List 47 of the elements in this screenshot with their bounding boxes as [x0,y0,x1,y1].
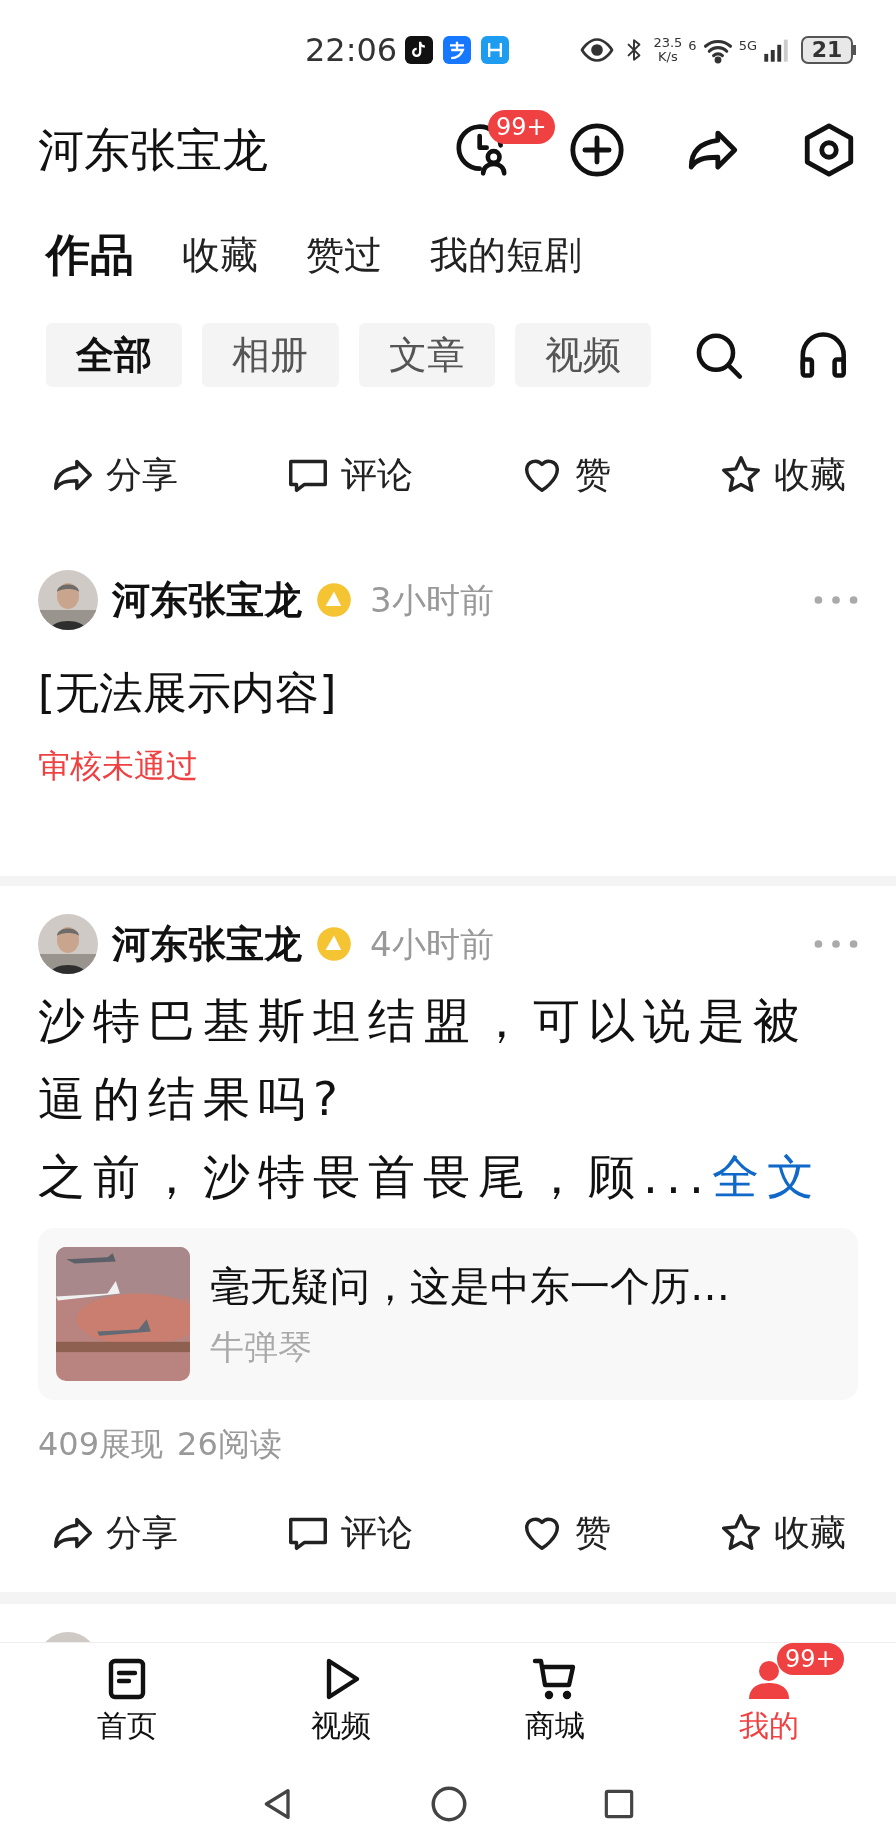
post-text: [无法展示内容] [38,666,338,720]
card-title: 毫无疑问，这是中东一个历… [210,1261,730,1311]
filter-chip[interactable]: 文章 [358,323,495,387]
filter-chip[interactable]: 相册 [202,323,339,387]
tab[interactable]: 收藏 [182,226,258,284]
wifi-label: 6 [688,37,697,55]
card-source: 牛弹琴 [210,1325,313,1369]
tab[interactable]: 作品 [46,222,134,288]
author-name[interactable]: 河东张宝龙 [112,571,302,629]
favorite-button[interactable]: 收藏 [717,448,846,502]
nav-tab[interactable]: 商城 [495,1655,615,1748]
profile-title: 河东张宝龙 [38,121,268,179]
post-time: 3小时前 [370,578,494,622]
verified-badge-icon [316,582,352,618]
app-icon [443,36,472,64]
post-time: 4小时前 [370,922,494,966]
post-stat: 26阅读 [177,1424,282,1465]
linked-card[interactable]: 毫无疑问，这是中东一个历… 牛弹琴 [38,1228,858,1400]
network-label: 5G [738,37,757,55]
share-button[interactable]: 分享 [50,448,178,502]
author-name[interactable]: 河东张宝龙 [112,915,302,973]
notification-badge: 99+ [488,110,555,144]
signal-icon [763,37,789,63]
review-status: 审核未通过 [38,746,199,787]
like-button[interactable]: 赞 [519,448,612,502]
tab[interactable]: 赞过 [306,226,382,284]
add-icon[interactable] [568,121,626,179]
verified-badge-icon [316,926,352,962]
full-text-link[interactable]: 全文 [711,1149,822,1204]
filter-chip[interactable]: 全部 [46,323,183,387]
comment-button[interactable]: 评论 [284,448,413,502]
filter-chip[interactable]: 视频 [514,323,651,387]
post-text: 沙特巴基斯坦结盟，可以说是被逼的结果吗? 之前，沙特畏首畏尾，顾...全文 [38,992,823,1206]
app-icon [481,36,510,64]
nav-tab[interactable]: 视频 [281,1655,401,1748]
nav-tab[interactable]: 首页 [67,1655,187,1748]
share-button[interactable]: 分享 [50,1506,178,1560]
post-stat: 409展现 [38,1424,164,1465]
favorite-button[interactable]: 收藏 [717,1506,846,1560]
app-icon [405,36,434,64]
status-time: 22:06 [305,30,398,71]
battery-indicator: 21 [801,36,856,64]
like-button[interactable]: 赞 [519,1506,612,1560]
comment-button[interactable]: 评论 [284,1506,413,1560]
notification-badge: 99+ [777,1643,844,1675]
tab[interactable]: 我的短剧 [430,226,582,284]
network-speed: 23.5 K/s [653,36,683,64]
